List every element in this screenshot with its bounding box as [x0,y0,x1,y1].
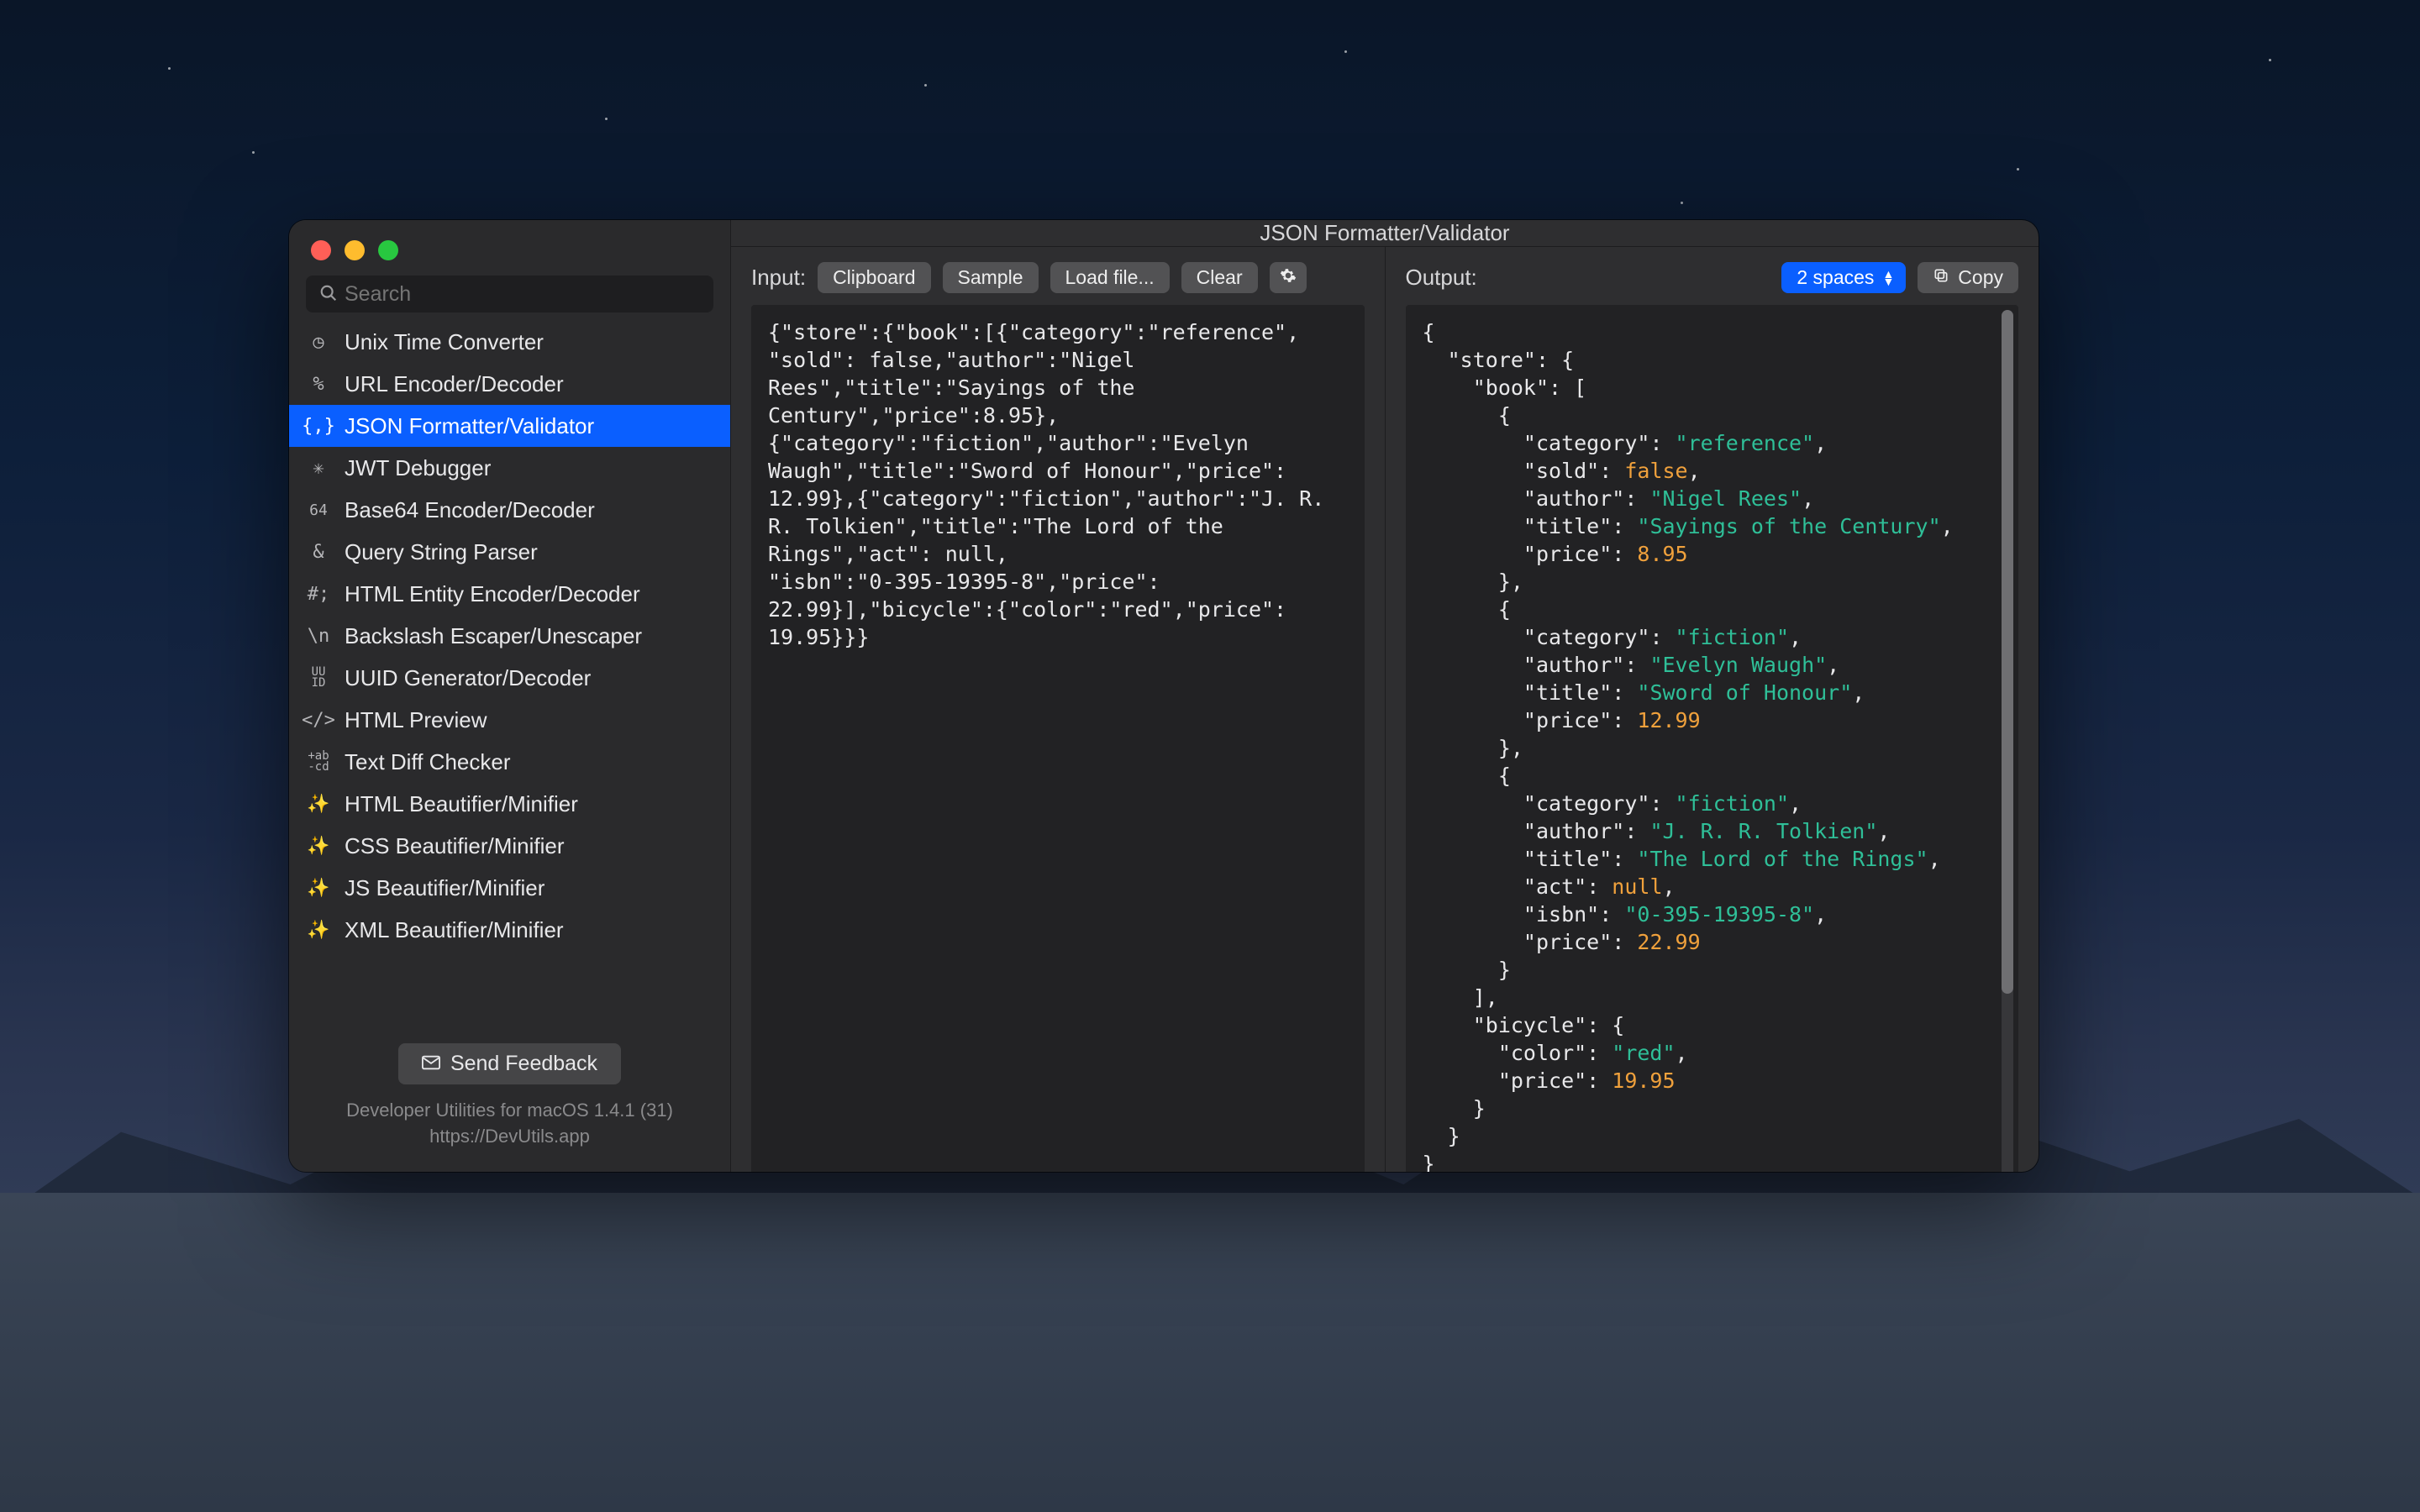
sidebar-item-label: JS Beautifier/Minifier [345,875,544,901]
sidebar-item-json-formatter-validator[interactable]: {,} JSON Formatter/Validator [289,405,730,447]
output-view[interactable]: { "store": { "book": [ { "category": "re… [1406,305,2019,1172]
braces-icon: {,} [306,416,331,437]
tool-list: ◷ Unix Time Converter% URL Encoder/Decoder… [289,321,730,1026]
output-scrollbar[interactable] [2002,310,2013,1172]
sidebar-item-xml-beautifier-minifier[interactable]: ✨ XML Beautifier/Minifier [289,909,730,951]
app-meta-line1: Developer Utilities for macOS 1.4.1 (31) [306,1098,713,1124]
settings-button[interactable] [1270,262,1307,293]
sidebar-item-uuid-generator-decoder[interactable]: UU ID UUID Generator/Decoder [289,657,730,699]
close-window-button[interactable] [311,240,331,260]
indent-select-value: 2 spaces [1797,266,1874,289]
wand-icon: ✨ [306,920,331,941]
sidebar-item-label: UUID Generator/Decoder [345,665,591,691]
sidebar-item-query-string-parser[interactable]: &Query String Parser [289,531,730,573]
sidebar-item-label: Text Diff Checker [345,749,510,775]
input-textarea[interactable]: {"store":{"book":[{"category":"reference… [751,305,1365,1172]
send-feedback-label: Send Feedback [450,1052,597,1076]
sidebar-item-label: XML Beautifier/Minifier [345,917,564,943]
jwt-icon: ✳ [306,458,331,479]
sidebar-item-label: Unix Time Converter [345,329,544,355]
wand-icon: ✨ [306,878,331,899]
sidebar-item-base64-encoder-decoder[interactable]: 64 Base64 Encoder/Decoder [289,489,730,531]
app-meta-line2: https://DevUtils.app [306,1124,713,1150]
wand-icon: ✨ [306,836,331,857]
sidebar-item-label: JSON Formatter/Validator [345,413,594,439]
uuid-icon: UU ID [306,667,331,689]
clipboard-button[interactable]: Clipboard [818,262,930,293]
sidebar-item-label: HTML Preview [345,707,487,733]
diff-icon: +ab -cd [306,751,331,773]
app-window: ◷ Unix Time Converter% URL Encoder/Decoder… [289,220,2039,1172]
sidebar-item-label: JWT Debugger [345,455,491,481]
search-icon [319,284,338,307]
b64-icon: 64 [306,501,331,519]
app-meta: Developer Utilities for macOS 1.4.1 (31)… [306,1098,713,1150]
indent-select[interactable]: 2 spaces ▲▼ [1781,262,1906,293]
minimize-window-button[interactable] [345,240,365,260]
sidebar-item-label: URL Encoder/Decoder [345,371,564,397]
sidebar-item-html-preview[interactable]: </> HTML Preview [289,699,730,741]
sidebar-item-label: Backslash Escaper/Unescaper [345,623,642,649]
sidebar-item-html-entity-encoder-decoder[interactable]: #; HTML Entity Encoder/Decoder [289,573,730,615]
clock-icon: ◷ [306,332,331,353]
send-feedback-button[interactable]: Send Feedback [398,1043,621,1084]
main-area: JSON Formatter/Validator Input: Clipboar… [731,220,2039,1172]
load-file-button[interactable]: Load file... [1050,262,1170,293]
output-label: Output: [1406,265,1477,291]
sidebar-item-unix-time-converter[interactable]: ◷ Unix Time Converter [289,321,730,363]
sidebar-item-html-beautifier-minifier[interactable]: ✨ HTML Beautifier/Minifier [289,783,730,825]
code-icon: </> [306,710,331,731]
sidebar-item-label: Base64 Encoder/Decoder [345,497,595,523]
copy-button[interactable]: Copy [1918,262,2018,293]
wand-icon: ✨ [306,794,331,815]
mail-icon [422,1052,440,1076]
percent-icon: % [306,374,331,395]
amp-icon: & [306,542,331,563]
bsn-icon: \n [306,626,331,647]
zoom-window-button[interactable] [378,240,398,260]
sidebar-item-label: CSS Beautifier/Minifier [345,833,565,859]
output-pane: Output: 2 spaces ▲▼ Copy { "store": { "b… [1386,247,2039,1172]
sidebar-item-js-beautifier-minifier[interactable]: ✨ JS Beautifier/Minifier [289,867,730,909]
copy-icon [1933,266,1949,289]
sidebar-item-label: Query String Parser [345,539,538,565]
sidebar-item-text-diff-checker[interactable]: +ab -cd Text Diff Checker [289,741,730,783]
sidebar-item-backslash-escaper-unescaper[interactable]: \n Backslash Escaper/Unescaper [289,615,730,657]
sidebar-item-jwt-debugger[interactable]: ✳ JWT Debugger [289,447,730,489]
sidebar-item-url-encoder-decoder[interactable]: % URL Encoder/Decoder [289,363,730,405]
sidebar: ◷ Unix Time Converter% URL Encoder/Decoder… [289,220,731,1172]
hash-icon: #; [306,584,331,605]
sidebar-item-label: HTML Beautifier/Minifier [345,791,578,817]
sample-button[interactable]: Sample [943,262,1039,293]
search-input[interactable] [306,276,713,312]
gear-icon [1280,266,1297,288]
clear-button[interactable]: Clear [1181,262,1258,293]
input-label: Input: [751,265,806,291]
window-controls [289,220,730,260]
chevron-updown-icon: ▲▼ [1882,270,1894,286]
window-title: JSON Formatter/Validator [731,220,2039,247]
sidebar-item-css-beautifier-minifier[interactable]: ✨ CSS Beautifier/Minifier [289,825,730,867]
copy-label: Copy [1958,266,2003,289]
input-pane: Input: Clipboard Sample Load file... Cle… [731,247,1386,1172]
sidebar-item-label: HTML Entity Encoder/Decoder [345,581,640,607]
